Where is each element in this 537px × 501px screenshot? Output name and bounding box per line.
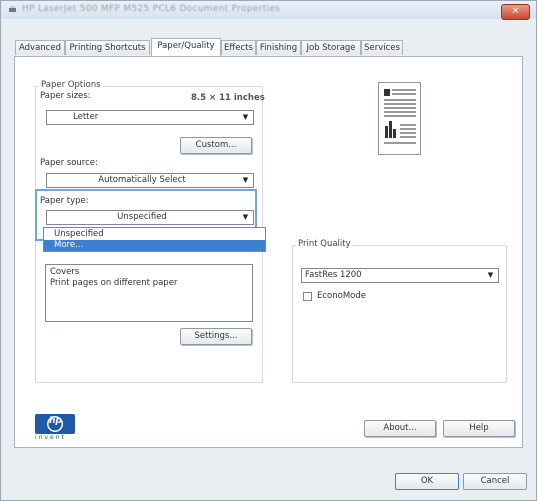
paper-source-select[interactable]: Automatically Select ▼ (46, 173, 254, 188)
window-title: HP LaserJet 500 MFP M525 PCL6 Document P… (22, 4, 281, 14)
tab-finishing[interactable]: Finishing (256, 40, 301, 55)
paper-type-select[interactable]: Unspecified ▼ (46, 210, 254, 225)
tab-services[interactable]: Services (361, 40, 403, 55)
paper-type-option-unspecified[interactable]: Unspecified (44, 229, 265, 240)
tab-advanced[interactable]: Advanced (15, 40, 65, 55)
close-icon: ✕ (511, 6, 520, 17)
paper-type-selected: Unspecified (117, 212, 167, 222)
paper-size-select[interactable]: Letter ▼ (46, 110, 254, 125)
print-quality-select[interactable]: FastRes 1200 ▼ (301, 268, 499, 283)
print-quality-selected: FastRes 1200 (305, 270, 362, 280)
hp-logo: hp invent (34, 413, 76, 443)
cancel-button[interactable]: Cancel (463, 473, 527, 490)
economode-label: EconoMode (317, 291, 366, 301)
printer-icon (9, 6, 16, 12)
tab-job-storage[interactable]: Job Storage (301, 40, 361, 55)
document-properties-window: HP LaserJet 500 MFP M525 PCL6 Document P… (0, 0, 537, 501)
chevron-down-icon: ▼ (242, 176, 249, 184)
hp-logo-tagline: invent (35, 434, 66, 441)
tab-paper-quality[interactable]: Paper/Quality (151, 38, 221, 56)
print-quality-legend: Print Quality (296, 239, 353, 249)
paper-options-legend: Paper Options (39, 80, 103, 90)
paper-source-label: Paper source: (40, 158, 98, 168)
hp-logo-text: hp (49, 416, 62, 426)
settings-button[interactable]: Settings... (180, 328, 252, 345)
page-preview-icon (384, 89, 416, 144)
close-button[interactable]: ✕ (501, 4, 530, 20)
chevron-down-icon: ▼ (487, 271, 494, 279)
document-preview (378, 82, 421, 155)
paper-size-value: 8.5 × 11 inches (191, 93, 265, 103)
help-button[interactable]: Help (443, 420, 515, 437)
chevron-down-icon: ▼ (242, 213, 249, 221)
tab-printing-shortcuts[interactable]: Printing Shortcuts (65, 40, 150, 55)
covers-list-item[interactable]: Covers (50, 267, 79, 277)
paper-source-selected: Automatically Select (98, 175, 186, 185)
tab-panel-paper-quality: Paper Options Paper sizes: 8.5 × 11 inch… (14, 56, 523, 448)
chevron-down-icon: ▼ (242, 113, 249, 121)
paper-type-label: Paper type: (40, 196, 89, 206)
paper-type-dropdown-list: Unspecified More... (43, 227, 266, 252)
covers-listbox[interactable]: Covers Print pages on different paper (45, 264, 253, 322)
print-pages-different-paper-list-item[interactable]: Print pages on different paper (50, 278, 177, 288)
print-quality-group (292, 245, 507, 383)
paper-sizes-label: Paper sizes: (40, 91, 91, 101)
custom-button[interactable]: Custom... (180, 137, 252, 154)
tab-effects[interactable]: Effects (221, 40, 256, 55)
economode-checkbox[interactable] (303, 292, 312, 301)
title-bar[interactable]: HP LaserJet 500 MFP M525 PCL6 Document P… (1, 1, 536, 20)
ok-button[interactable]: OK (395, 473, 459, 490)
paper-type-option-more[interactable]: More... (44, 240, 265, 251)
paper-size-selected: Letter (73, 112, 99, 122)
about-button[interactable]: About... (364, 420, 436, 437)
